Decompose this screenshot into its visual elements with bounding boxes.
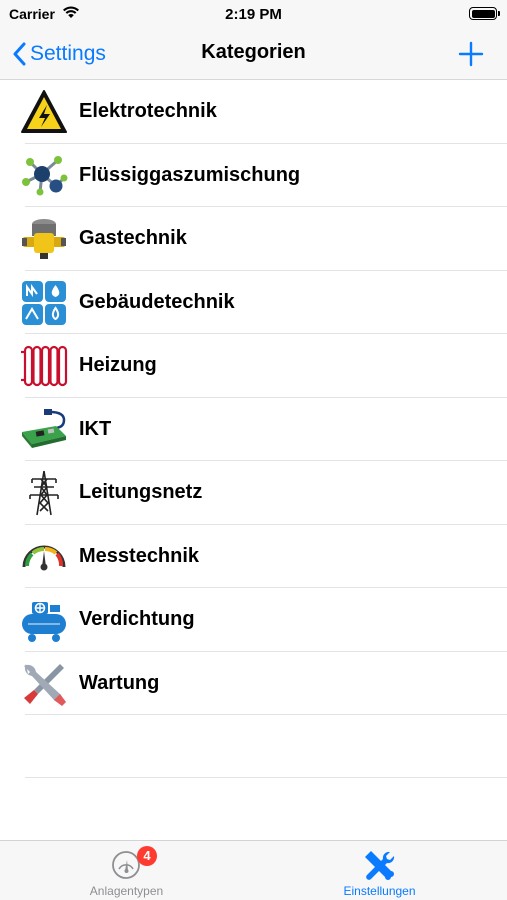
category-row-gastechnik[interactable]: Gastechnik: [0, 207, 507, 271]
category-row-leitungsnetz[interactable]: Leitungsnetz: [0, 461, 507, 525]
molecule-icon: [20, 152, 68, 200]
tab-anlagentypen[interactable]: 4 Anlagentypen: [0, 841, 253, 900]
status-bar: Carrier 2:19 PM: [0, 0, 507, 28]
chevron-left-icon: [13, 42, 26, 66]
category-label: Elektrotechnik: [79, 100, 217, 122]
category-row-elektrotechnik[interactable]: Elektrotechnik: [0, 80, 507, 144]
wrench-screwdriver-icon: [20, 660, 68, 708]
radiator-icon: [20, 342, 68, 390]
category-label: Gastechnik: [79, 227, 187, 249]
row-divider: [25, 714, 507, 715]
category-row-ikt[interactable]: IKT: [0, 398, 507, 461]
category-row-wartung[interactable]: Wartung: [0, 652, 507, 715]
gas-regulator-icon: [20, 215, 68, 263]
tab-bar: 4 Anlagentypen Einstellungen: [0, 840, 507, 900]
category-label: Wartung: [79, 671, 160, 694]
category-list: Elektrotechnik Flüssiggaszumischung Gast…: [0, 80, 507, 715]
notification-badge: 4: [137, 846, 157, 866]
power-pylon-icon: [20, 469, 68, 517]
building-services-icon: [20, 279, 68, 327]
category-row-verdichtung[interactable]: Verdichtung: [0, 588, 507, 652]
category-label: Heizung: [79, 354, 157, 376]
back-button[interactable]: Settings: [12, 37, 106, 71]
tab-label: Anlagentypen: [89, 884, 164, 898]
category-label: Verdichtung: [79, 608, 195, 630]
compressor-icon: [20, 596, 68, 644]
tools-icon: [365, 851, 395, 880]
category-row-fluessiggaszumischung[interactable]: Flüssiggaszumischung: [0, 144, 507, 207]
category-label: Flüssiggaszumischung: [79, 163, 301, 186]
category-label: Leitungsnetz: [79, 481, 203, 503]
circuit-board-icon: [20, 406, 68, 454]
navigation-bar: Settings Kategorien: [0, 28, 507, 80]
tab-einstellungen[interactable]: Einstellungen: [253, 841, 506, 900]
tab-label: Einstellungen: [343, 884, 416, 898]
category-label: Gebäudetechnik: [79, 290, 235, 313]
plus-icon[interactable]: [455, 38, 487, 70]
category-label: IKT: [79, 417, 112, 440]
high-voltage-warning-icon: [20, 88, 68, 136]
battery-icon: [469, 7, 500, 20]
category-label: Messtechnik: [79, 544, 200, 567]
status-time: 2:19 PM: [225, 6, 282, 23]
empty-row-divider: [25, 777, 507, 778]
category-row-messtechnik[interactable]: Messtechnik: [0, 525, 507, 588]
category-row-heizung[interactable]: Heizung: [0, 334, 507, 398]
back-button-label: Settings: [30, 42, 106, 65]
category-row-gebaeudetechnik[interactable]: Gebäudetechnik: [0, 271, 507, 334]
gauge-icon: [20, 533, 68, 581]
